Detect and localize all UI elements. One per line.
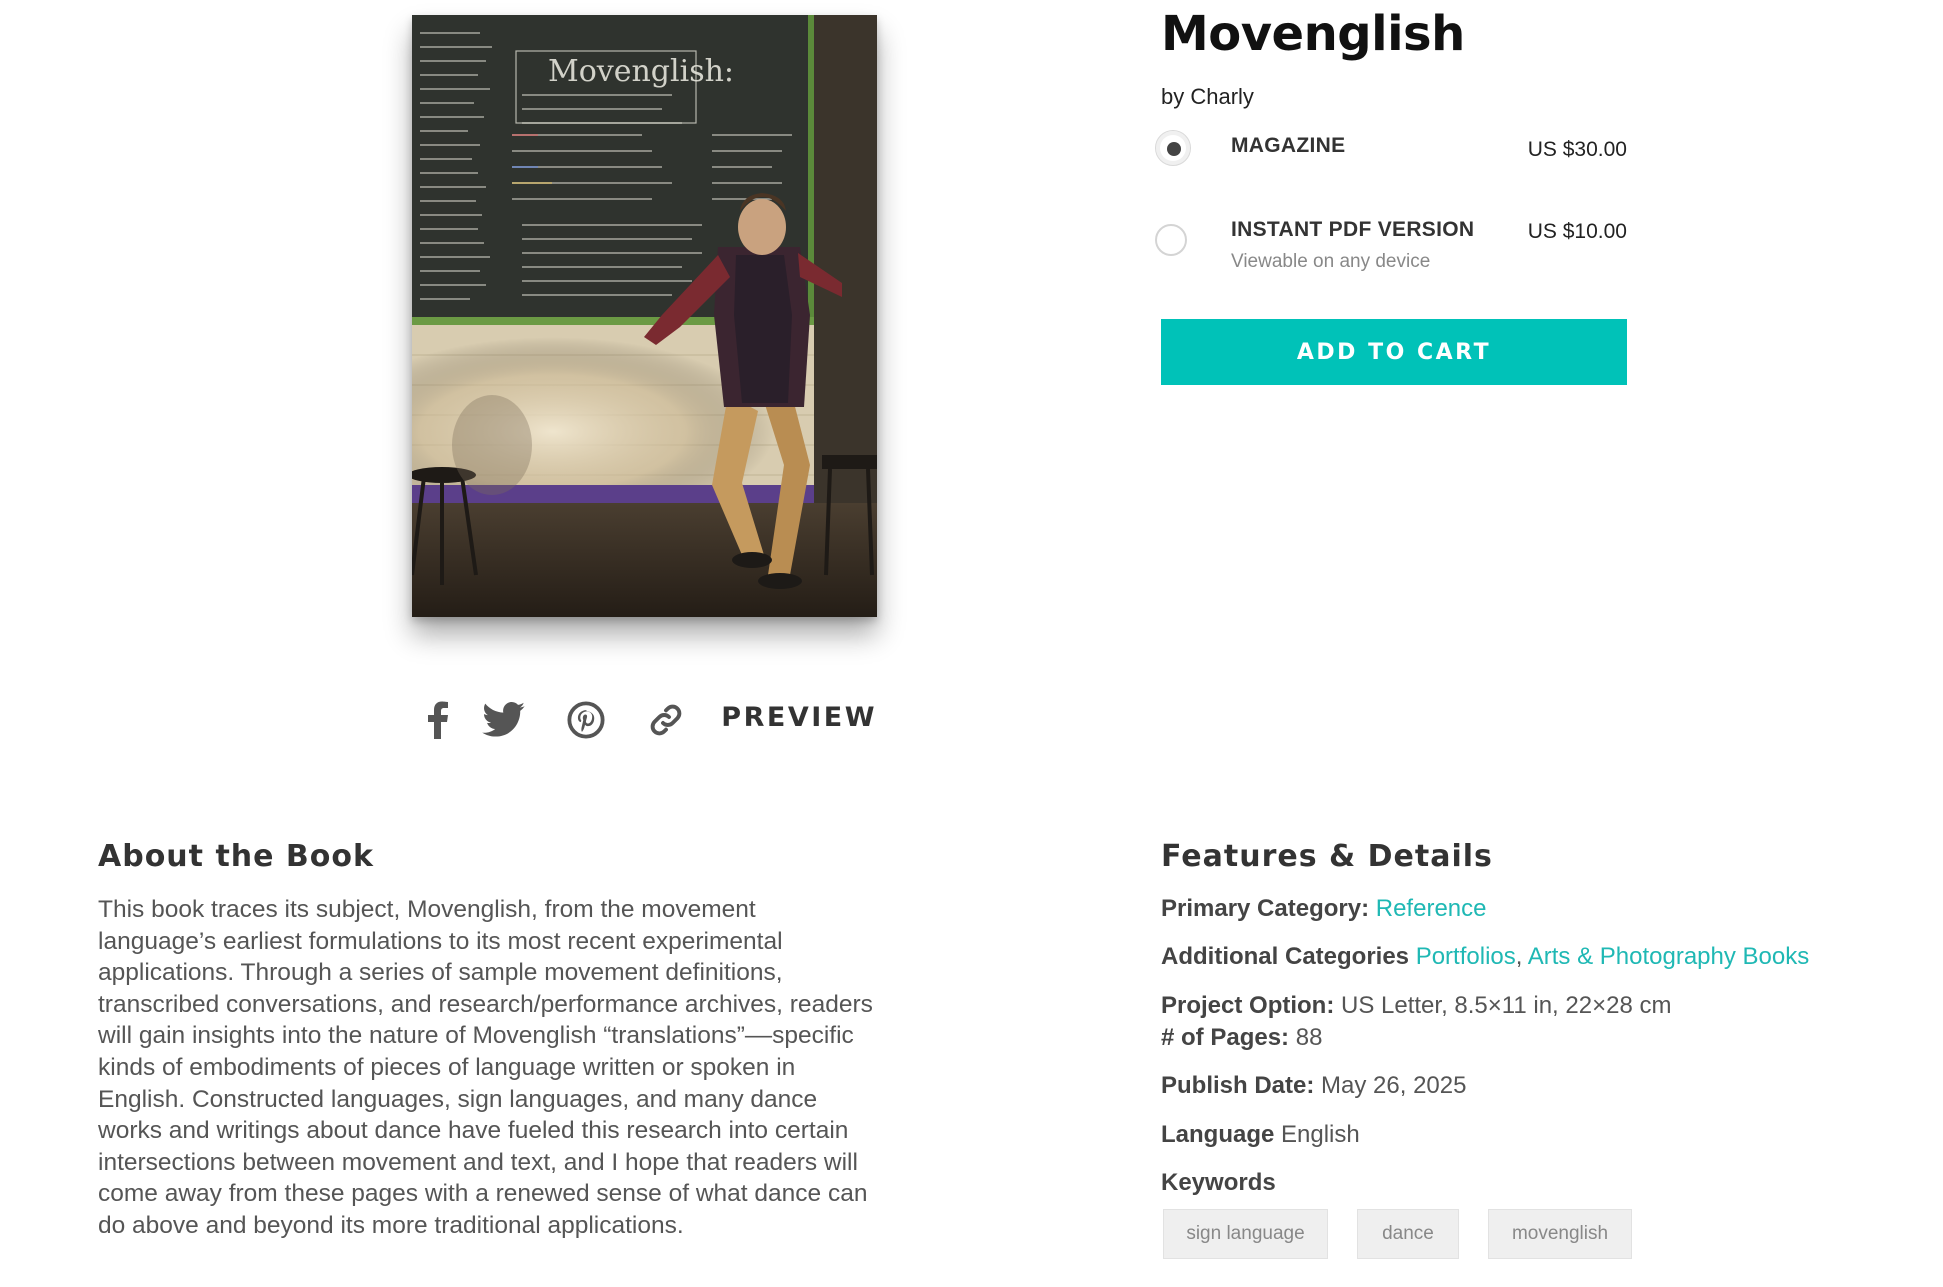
primary-category-link[interactable]: Reference	[1376, 895, 1487, 922]
project-option-row: Project Option: US Letter, 8.5×11 in, 22…	[1161, 992, 1671, 1020]
cover-photo: Movenglish:	[412, 15, 877, 617]
radio-selected-dot	[1167, 142, 1181, 156]
option-price: US $10.00	[1527, 220, 1627, 243]
pages-row: # of Pages: 88	[1161, 1024, 1322, 1052]
detail-value: 88	[1295, 1024, 1323, 1051]
additional-categories-row: Additional Categories Portfolios, Arts &…	[1161, 943, 1809, 971]
twitter-icon[interactable]	[480, 696, 528, 744]
category-separator: ,	[1515, 943, 1523, 970]
option-label: MAGAZINE	[1231, 134, 1346, 157]
features-heading: Features & Details	[1161, 839, 1493, 874]
pinterest-icon[interactable]	[562, 696, 610, 744]
book-cover-image[interactable]: Movenglish:	[412, 15, 877, 617]
radio-pdf[interactable]	[1155, 224, 1187, 256]
keywords-row: Keywords	[1161, 1169, 1276, 1197]
share-bar: PREVIEW	[412, 690, 877, 750]
author-byline[interactable]: by Charly	[1161, 84, 1254, 110]
add-to-cart-button[interactable]: ADD TO CART	[1161, 319, 1627, 385]
publish-date-row: Publish Date: May 26, 2025	[1161, 1072, 1466, 1100]
detail-label: Project Option:	[1161, 992, 1335, 1019]
category-link-arts-photography[interactable]: Arts & Photography Books	[1528, 943, 1809, 970]
detail-value: English	[1281, 1121, 1360, 1148]
detail-value: US Letter, 8.5×11 in, 22×28 cm	[1341, 992, 1672, 1019]
about-heading: About the Book	[98, 839, 374, 874]
detail-label: Language	[1161, 1121, 1275, 1148]
option-magazine[interactable]: MAGAZINE US $30.00	[1155, 130, 1627, 190]
option-pdf[interactable]: INSTANT PDF VERSION Viewable on any devi…	[1155, 214, 1627, 284]
language-row: Language English	[1161, 1121, 1360, 1149]
link-icon[interactable]	[642, 696, 690, 744]
product-title: Movenglish	[1161, 6, 1465, 62]
option-subtext: Viewable on any device	[1231, 251, 1431, 272]
detail-label: Keywords	[1161, 1169, 1276, 1196]
keyword-tag-dance[interactable]: dance	[1357, 1209, 1459, 1259]
keyword-tag-movenglish[interactable]: movenglish	[1488, 1209, 1632, 1259]
option-price: US $30.00	[1527, 138, 1627, 161]
preview-button[interactable]: PREVIEW	[721, 702, 877, 733]
facebook-icon[interactable]	[414, 696, 462, 744]
detail-label: # of Pages:	[1161, 1024, 1290, 1051]
detail-value: May 26, 2025	[1321, 1072, 1467, 1099]
keyword-tag-sign-language[interactable]: sign language	[1163, 1209, 1328, 1259]
radio-magazine[interactable]	[1155, 130, 1191, 166]
detail-label: Additional Categories	[1161, 943, 1410, 970]
detail-label: Publish Date:	[1161, 1072, 1315, 1099]
primary-category-row: Primary Category: Reference	[1161, 895, 1486, 923]
about-description: This book traces its subject, Movenglish…	[98, 896, 873, 1239]
category-link-portfolios[interactable]: Portfolios	[1416, 943, 1516, 970]
detail-label: Primary Category:	[1161, 895, 1370, 922]
option-label: INSTANT PDF VERSION	[1231, 218, 1475, 241]
chalkboard-title: Movenglish:	[548, 54, 734, 89]
